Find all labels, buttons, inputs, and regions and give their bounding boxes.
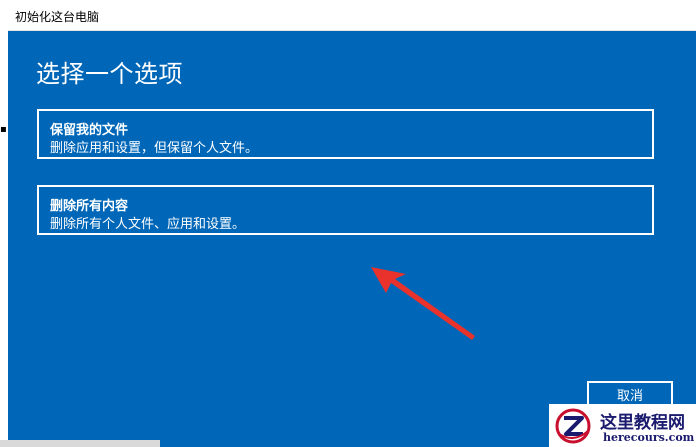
- edge-mark: ▪: [0, 124, 7, 135]
- option-description: 删除所有个人文件、应用和设置。: [50, 217, 246, 232]
- reset-pc-dialog: 初始化这台电脑 选择一个选项 保留我的文件 删除应用和设置，但保留个人文件。 删…: [8, 0, 696, 447]
- option-description: 删除应用和设置，但保留个人文件。: [50, 141, 259, 156]
- remove-everything-option[interactable]: 删除所有内容 删除所有个人文件、应用和设置。: [37, 185, 654, 235]
- option-title: 保留我的文件: [50, 123, 129, 138]
- watermark-url: herecours.com: [603, 431, 695, 444]
- watermark-name: 这里教程网: [600, 413, 685, 433]
- horizontal-scrollbar[interactable]: [0, 440, 160, 447]
- page-heading: 选择一个选项: [36, 60, 183, 88]
- z-logo-icon: [555, 408, 591, 444]
- window-title: 初始化这台电脑: [15, 10, 100, 24]
- keep-my-files-option[interactable]: 保留我的文件 删除应用和设置，但保留个人文件。: [37, 109, 654, 159]
- site-watermark: 这里教程网 herecours.com: [549, 404, 696, 447]
- title-bar: 初始化这台电脑: [8, 0, 696, 31]
- option-title: 删除所有内容: [50, 199, 129, 214]
